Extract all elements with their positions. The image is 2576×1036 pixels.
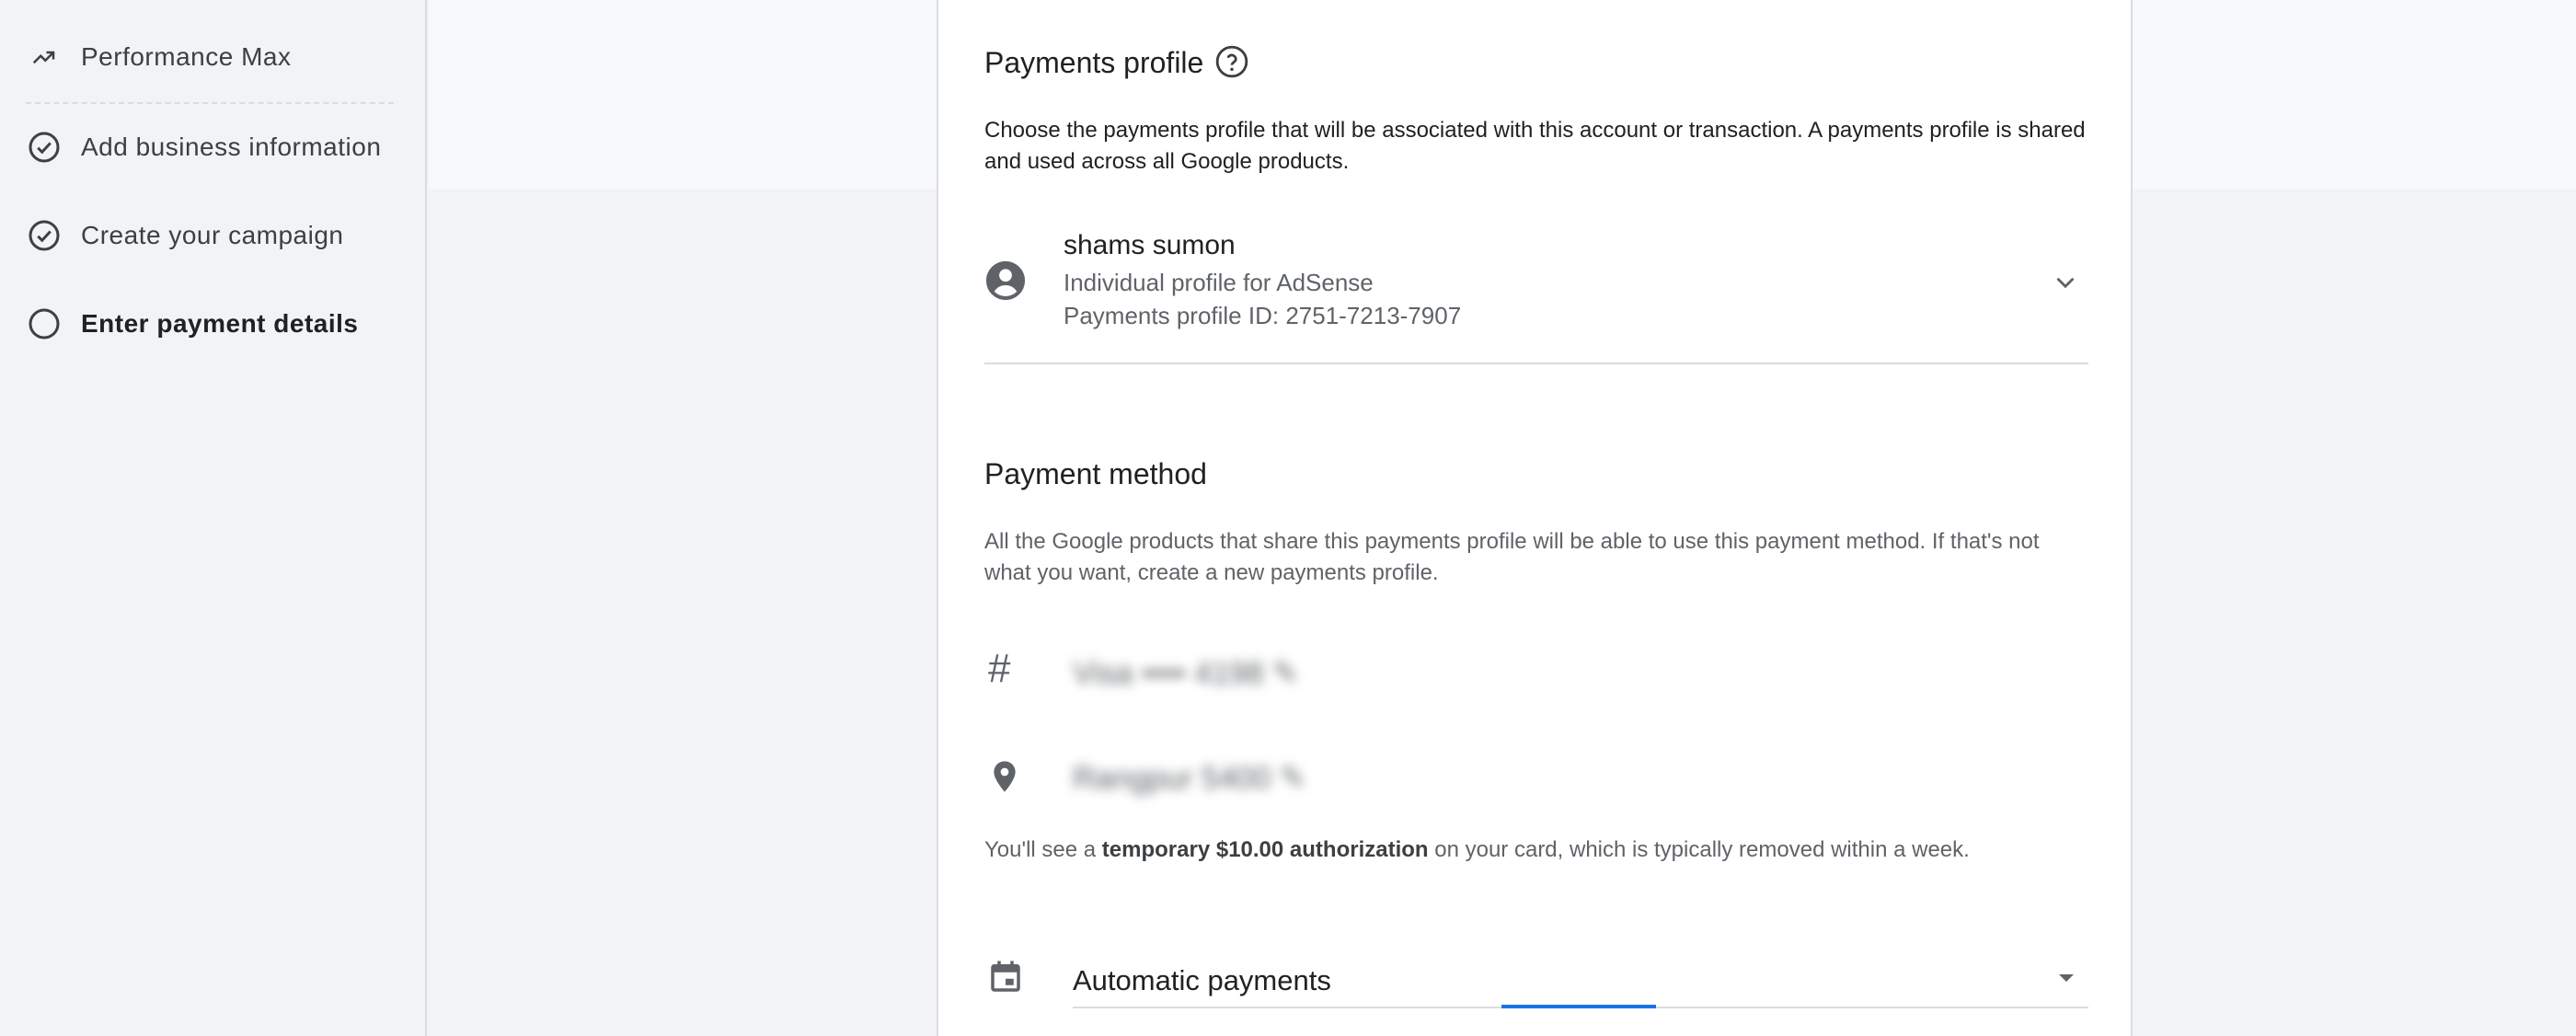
step-performance-max[interactable]: Performance Max [28,29,291,85]
step-add-business-information[interactable]: Add business information [28,120,381,175]
setup-steps-sidebar: Performance Max Add business information… [0,0,427,1036]
authorization-note: You'll see a temporary $10.00 authorizat… [984,837,1970,862]
payment-method-title: Payment method [984,457,1207,490]
payment-method-description: All the Google products that share this … [984,529,2040,585]
step-label: Enter payment details [81,309,359,338]
check-circle-icon [28,131,61,164]
payment-setup-card: Payments profile Choose the payments pro… [937,0,2133,1036]
card-number-blurred[interactable]: Visa •••• 4198 ✎ [1073,655,1299,692]
location-pin-icon [986,756,1023,801]
empty-circle-icon [28,307,61,340]
account-circle-icon [984,259,1027,306]
payment-setting-select[interactable]: Automatic payments [1073,948,2088,1008]
chevron-down-icon[interactable] [2050,267,2081,303]
payments-profile-title: Payments profile [984,46,1204,79]
payment-setting-value: Automatic payments [1073,964,1331,996]
focus-underline [1501,1005,1656,1008]
profile-id: Payments profile ID: 2751-7213-7907 [1064,302,1462,329]
check-circle-icon [28,219,61,252]
trending-up-icon [28,40,61,74]
help-icon[interactable] [1214,44,1249,84]
profile-name: shams sumon [1064,230,1236,260]
billing-address-blurred[interactable]: Rangpur 5400 ✎ [1073,760,1305,797]
hash-icon: # [988,646,1011,691]
payments-profile-description: Choose the payments profile that will be… [984,118,2086,174]
dropdown-arrow-icon[interactable] [2055,972,2077,989]
step-label: Performance Max [81,42,292,71]
divider [984,363,2088,364]
step-label: Add business information [81,132,382,161]
profile-type: Individual profile for AdSense [1064,269,1374,296]
step-divider [26,102,394,104]
step-enter-payment-details[interactable]: Enter payment details [28,296,358,351]
calendar-icon [986,957,1025,1002]
step-label: Create your campaign [81,221,344,249]
step-create-your-campaign[interactable]: Create your campaign [28,208,343,263]
